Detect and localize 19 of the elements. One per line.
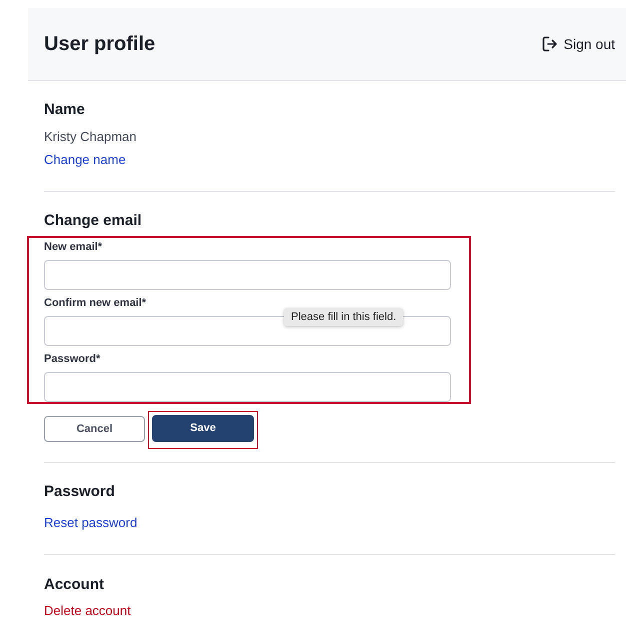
field-label: Confirm new email* bbox=[44, 296, 148, 311]
input-field[interactable] bbox=[44, 372, 451, 402]
section-heading: Account bbox=[44, 575, 105, 595]
sign-out-button[interactable]: Sign out bbox=[542, 35, 615, 53]
text-link[interactable]: Change name bbox=[44, 151, 126, 169]
sign-out-icon bbox=[542, 36, 558, 52]
section-heading: Change email bbox=[44, 211, 143, 231]
input-field[interactable] bbox=[44, 260, 451, 290]
field-label: New email* bbox=[44, 240, 104, 255]
text-link[interactable]: Reset password bbox=[44, 514, 138, 532]
delete-link[interactable]: Delete account bbox=[44, 603, 131, 619]
cancel-button[interactable]: Cancel bbox=[44, 416, 145, 442]
name-value: Kristy Chapman bbox=[44, 128, 138, 146]
validation-tooltip: Please fill in this field. bbox=[284, 308, 404, 326]
field-label: Password* bbox=[44, 352, 102, 367]
section-heading: Password bbox=[44, 482, 116, 502]
section-heading: Name bbox=[44, 100, 86, 120]
save-button[interactable]: Save bbox=[152, 415, 254, 442]
page-title: User profile bbox=[44, 32, 156, 57]
